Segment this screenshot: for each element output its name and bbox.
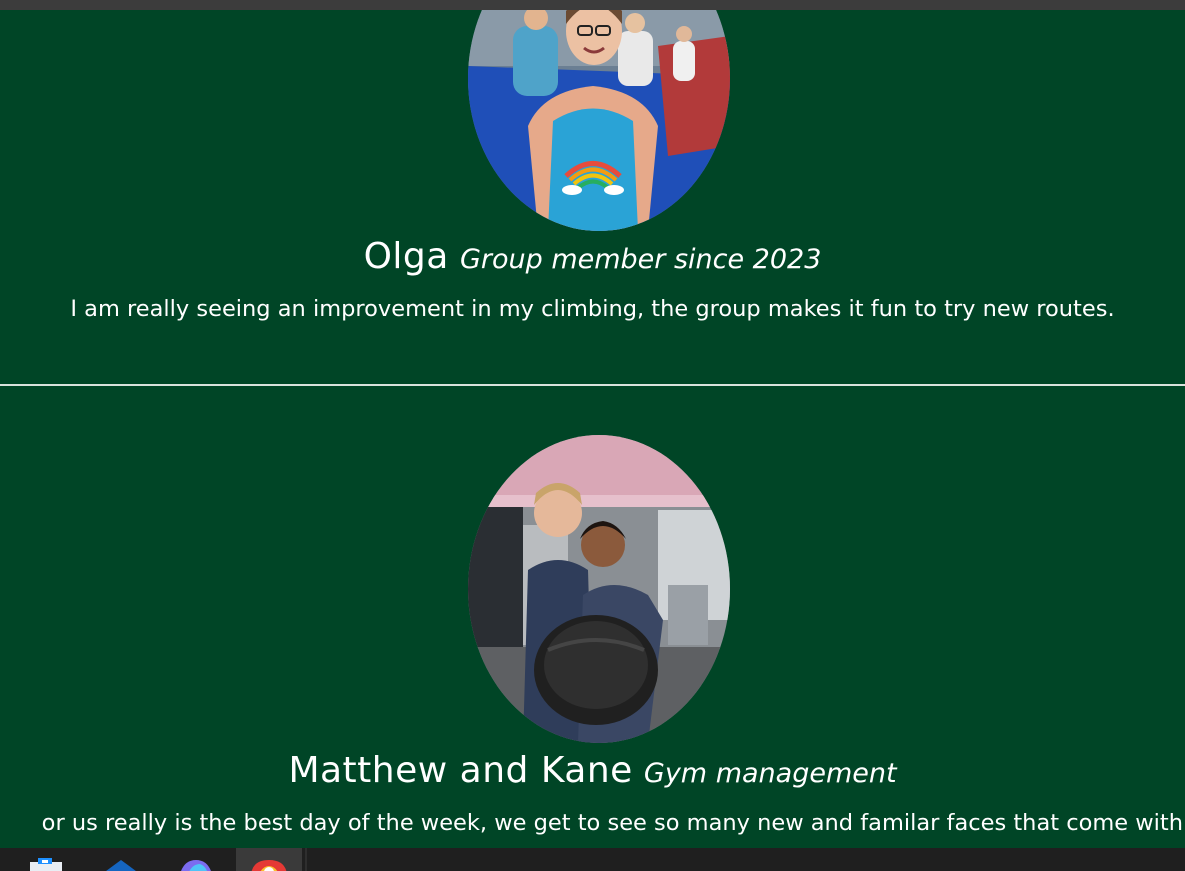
chrome-icon[interactable] bbox=[251, 858, 287, 871]
file-explorer-icon[interactable] bbox=[28, 858, 64, 871]
testimonial-quote-matthew-kane: or us really is the best day of the week… bbox=[41, 810, 1183, 836]
testimonial-name: Matthew and Kane bbox=[288, 750, 633, 791]
testimonial-photo-matthew-kane bbox=[468, 435, 730, 743]
testimonial-heading-olga: Olga Group member since 2023 bbox=[0, 236, 1185, 277]
testimonials-page: Olga Group member since 2023 I am really… bbox=[0, 10, 1185, 848]
testimonial-photo-olga bbox=[468, 10, 730, 231]
testimonial-role: Group member since 2023 bbox=[459, 244, 822, 275]
testimonial-name: Olga bbox=[363, 236, 449, 277]
os-taskbar bbox=[0, 848, 1185, 871]
copilot-icon[interactable] bbox=[178, 858, 214, 871]
testimonial-role: Gym management bbox=[643, 758, 897, 789]
testimonial-quote-clip: or us really is the best day of the week… bbox=[0, 810, 1185, 844]
mail-icon[interactable] bbox=[102, 858, 140, 871]
testimonial-heading-matthew-kane: Matthew and Kane Gym management bbox=[0, 750, 1185, 791]
browser-top-edge bbox=[0, 0, 1185, 10]
section-divider bbox=[0, 384, 1185, 386]
taskbar-separator bbox=[305, 848, 307, 871]
testimonial-quote-olga: I am really seeing an improvement in my … bbox=[70, 296, 1115, 322]
